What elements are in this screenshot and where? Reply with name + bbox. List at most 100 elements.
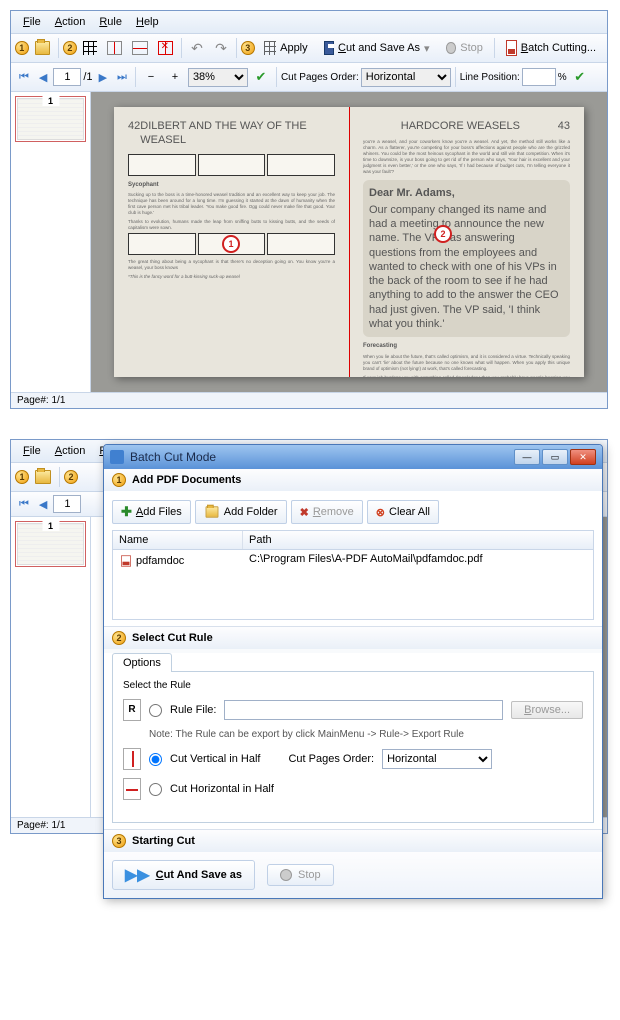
dialog-toolbar: ✚Add Files Add Folder ✖Remove ⊗Clear All <box>112 497 594 530</box>
zoom-out[interactable]: − <box>140 66 162 88</box>
section-starting-cut: 3 Starting Cut <box>104 830 602 852</box>
plus-icon: ✚ <box>121 504 132 520</box>
grid-icon <box>83 41 97 55</box>
marker-1: 1 <box>222 235 240 253</box>
order-label: Cut Pages Order: <box>281 72 359 83</box>
nav-last[interactable]: ⏭ <box>113 71 131 84</box>
page-number-input[interactable] <box>53 68 81 86</box>
right-page: Hardcore Weasels43 you're a weasel, and … <box>349 107 584 377</box>
folder-icon <box>205 506 218 517</box>
batch-cut-dialog: Batch Cut Mode — ▭ ✕ 1 Add PDF Documents… <box>103 444 603 899</box>
page-total: /1 <box>83 71 92 83</box>
cut-vertical-icon <box>123 748 141 770</box>
undo-icon: ↶ <box>191 40 203 57</box>
open-button[interactable] <box>31 37 54 59</box>
linepos-apply[interactable]: ✔ <box>569 66 591 88</box>
menubar: FFileile Action Rule Help <box>11 11 607 34</box>
step-badge-3: 3 <box>241 41 255 55</box>
nav-next[interactable]: ▶ <box>95 71 111 84</box>
cut-order-select[interactable]: Horizontal <box>382 749 492 769</box>
folder-icon <box>35 41 50 55</box>
radio-rule-file[interactable] <box>149 704 162 717</box>
rule-file-input[interactable] <box>224 700 503 720</box>
zoom-select[interactable]: 38% <box>188 68 248 87</box>
stop-button-dlg[interactable]: Stop <box>267 864 334 886</box>
order-select[interactable]: Horizontal <box>361 68 451 87</box>
stop-icon <box>446 42 457 54</box>
grid-button[interactable] <box>79 37 101 59</box>
open-button-2[interactable] <box>31 466 55 488</box>
minimize-button[interactable]: — <box>514 449 540 465</box>
stop-button[interactable]: Stop <box>439 37 490 59</box>
menu-action-2[interactable]: Action <box>49 443 92 459</box>
pct-label: % <box>558 72 567 83</box>
pdf-icon <box>506 40 517 56</box>
thumbnail-1-b[interactable]: 1 <box>15 521 86 567</box>
select-rule-label: Select the Rule <box>123 680 583 691</box>
stop-icon <box>280 869 292 881</box>
redo-icon: ↷ <box>215 40 227 57</box>
zoom-in[interactable]: + <box>164 66 186 88</box>
split-v-icon <box>107 41 122 55</box>
menu-rule[interactable]: Rule <box>93 14 128 30</box>
thumb-number: 1 <box>42 96 59 106</box>
split-h-icon <box>132 41 147 55</box>
menu-help[interactable]: Help <box>130 14 165 30</box>
preview-canvas[interactable]: 1 2 42DILBERT AND THE WAY OF THE WEASEL … <box>91 92 607 392</box>
thumbnail-panel: 1 <box>11 92 91 392</box>
menu-file-2[interactable]: File <box>17 443 47 459</box>
col-name[interactable]: Name <box>113 531 243 549</box>
cut-and-save-button[interactable]: ▶▶Cut And Save as <box>112 860 255 890</box>
batch-button[interactable]: Batch Cutting... <box>499 37 603 59</box>
linepos-input[interactable] <box>522 68 556 86</box>
split-h-button[interactable] <box>128 37 151 59</box>
remove-icon: ✖ <box>300 506 309 519</box>
undo-button[interactable]: ↶ <box>186 37 208 59</box>
add-files-button[interactable]: ✚Add Files <box>112 500 191 524</box>
apply-icon <box>264 41 277 55</box>
main-window-2: File Action Ru 1 2 h Cutting... ⏮ ◀ 1 Pa… <box>10 439 608 834</box>
split-x-icon <box>158 41 173 55</box>
content-area: 1 1 2 42DILBERT AND THE WAY OF THE WEASE… <box>11 92 607 392</box>
marker-2: 2 <box>434 225 452 243</box>
file-table: Name Path pdfamdoc C:\Program Files\A-PD… <box>112 530 594 620</box>
play-icon: ▶▶ <box>125 865 150 885</box>
section-add-docs: 1 Add PDF Documents <box>104 469 602 491</box>
section-select-rule: 2 Select Cut Rule <box>104 627 602 649</box>
cut-save-button[interactable]: Cut and Save As▾ <box>317 37 437 59</box>
nav-first[interactable]: ⏮ <box>15 71 33 84</box>
table-row[interactable]: pdfamdoc C:\Program Files\A-PDF AutoMail… <box>113 550 593 572</box>
clear-all-button[interactable]: ⊗Clear All <box>367 500 439 524</box>
browse-button[interactable]: Browse... <box>511 701 583 719</box>
col-path[interactable]: Path <box>243 531 593 549</box>
step-badge-1: 1 <box>15 41 29 55</box>
close-button[interactable]: ✕ <box>570 449 596 465</box>
linepos-label: Line Position: <box>460 72 520 83</box>
thumbnail-1[interactable]: 1 <box>15 96 86 142</box>
toolbar-nav: ⏮ ◀ /1 ▶ ⏭ − + 38% ✔ Cut Pages Order: Ho… <box>11 63 607 92</box>
split-clear-button[interactable] <box>154 37 177 59</box>
menu-action[interactable]: Action <box>49 14 92 30</box>
tab-options[interactable]: Options <box>112 653 172 672</box>
redo-button[interactable]: ↷ <box>210 37 232 59</box>
rule-file-icon: R <box>123 699 141 721</box>
nav-prev[interactable]: ◀ <box>35 71 51 84</box>
radio-cut-horizontal[interactable] <box>149 783 162 796</box>
radio-cut-vertical[interactable] <box>149 753 162 766</box>
main-window-1: FFileile Action Rule Help 1 2 ↶ ↷ 3 Appl… <box>10 10 608 409</box>
add-folder-button[interactable]: Add Folder <box>195 500 287 524</box>
dialog-title: Batch Cut Mode <box>110 450 216 464</box>
split-v-button[interactable] <box>103 37 126 59</box>
book-preview: 1 2 42DILBERT AND THE WAY OF THE WEASEL … <box>114 107 584 377</box>
cut-horizontal-icon <box>123 778 141 800</box>
remove-button[interactable]: ✖Remove <box>291 500 363 524</box>
apply-button[interactable]: Apply <box>257 37 315 59</box>
save-icon <box>324 41 334 55</box>
menu-file[interactable]: FFileile <box>17 14 47 30</box>
dialog-titlebar[interactable]: Batch Cut Mode — ▭ ✕ <box>104 445 602 469</box>
rule-note: Note: The Rule can be export by click Ma… <box>149 729 583 740</box>
status-bar: Page#: 1/1 <box>11 392 607 408</box>
maximize-button[interactable]: ▭ <box>542 449 568 465</box>
clear-icon: ⊗ <box>376 506 385 519</box>
zoom-apply[interactable]: ✔ <box>250 66 272 88</box>
